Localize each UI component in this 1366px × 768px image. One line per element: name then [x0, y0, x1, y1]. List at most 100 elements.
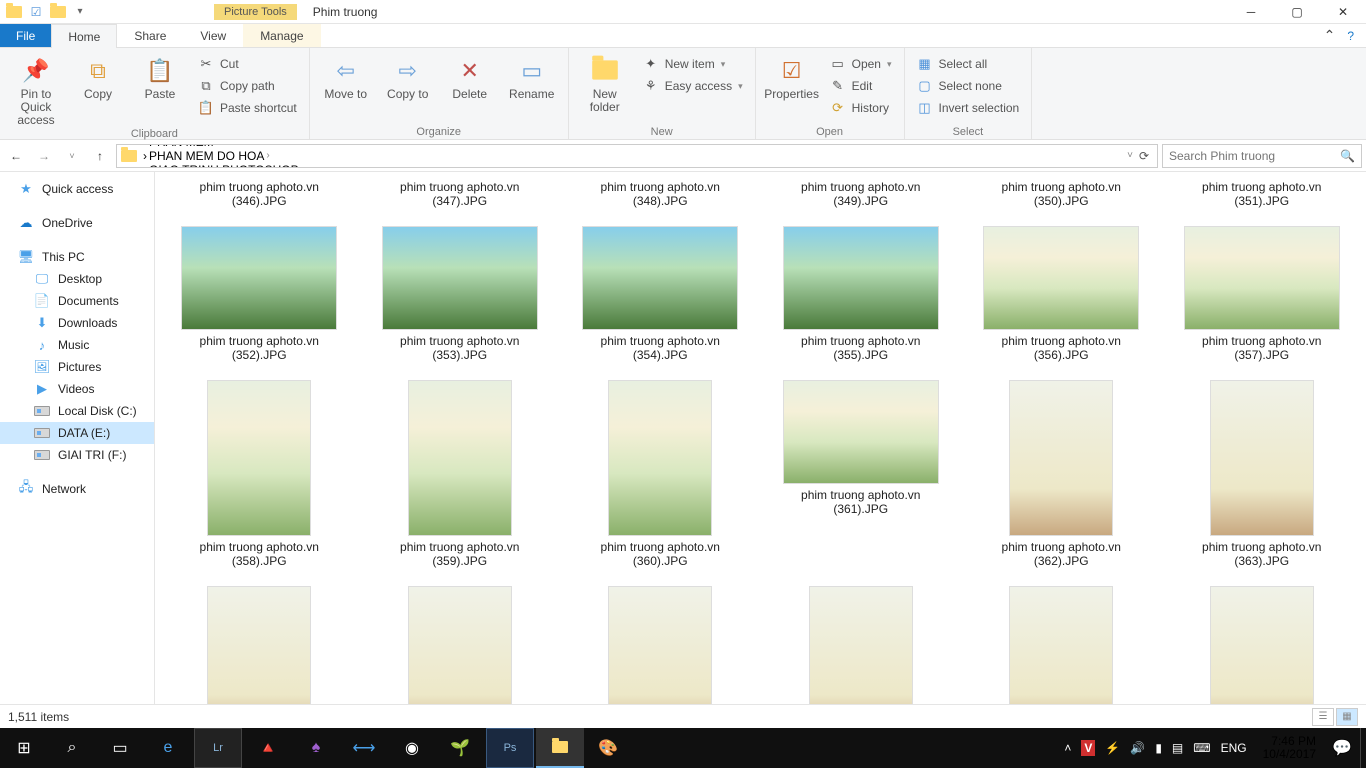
- battery-icon[interactable]: ▮: [1155, 741, 1162, 755]
- documents-item[interactable]: 📄Documents: [0, 290, 154, 312]
- photoshop-icon[interactable]: Ps: [486, 728, 534, 768]
- edge-icon[interactable]: e: [144, 728, 192, 768]
- thumbnails-view-button[interactable]: ▦: [1336, 708, 1358, 726]
- ribbon-collapse-icon[interactable]: ⌃: [1324, 27, 1336, 44]
- forward-button[interactable]: →: [32, 144, 56, 168]
- file-thumbnail[interactable]: phim truong aphoto.vn(351).JPG: [1168, 176, 1357, 208]
- address-dropdown-icon[interactable]: ˅: [1127, 150, 1133, 161]
- keyboard-icon[interactable]: ⌨: [1193, 741, 1210, 755]
- open-button[interactable]: ▭Open ▾: [826, 54, 896, 74]
- chevron-right-icon[interactable]: ›: [266, 150, 269, 161]
- file-thumbnail[interactable]: phim truong aphoto.vn(364).JPG: [165, 586, 354, 704]
- rename-button[interactable]: ▭Rename: [504, 50, 560, 101]
- file-thumbnail[interactable]: phim truong aphoto.vn(354).JPG: [566, 226, 755, 362]
- file-thumbnail[interactable]: phim truong aphoto.vn(358).JPG: [165, 380, 354, 568]
- file-thumbnail[interactable]: phim truong aphoto.vn(353).JPG: [366, 226, 555, 362]
- file-thumbnail[interactable]: phim truong aphoto.vn(369).JPG: [1168, 586, 1357, 704]
- invert-selection-button[interactable]: ◫Invert selection: [913, 98, 1024, 118]
- view-tab[interactable]: View: [183, 24, 243, 47]
- music-item[interactable]: ♪Music: [0, 334, 154, 356]
- pictures-item[interactable]: 🖼Pictures: [0, 356, 154, 378]
- move-to-button[interactable]: ⇦Move to: [318, 50, 374, 101]
- chevron-right-icon[interactable]: ›: [216, 144, 219, 148]
- tray-chevron-icon[interactable]: ˄: [1064, 741, 1071, 755]
- copy-path-button[interactable]: ⧉Copy path: [194, 76, 301, 96]
- downloads-item[interactable]: ⬇Downloads: [0, 312, 154, 334]
- search-input[interactable]: [1169, 149, 1340, 163]
- file-tab[interactable]: File: [0, 24, 51, 47]
- file-thumbnail[interactable]: phim truong aphoto.vn(366).JPG: [566, 586, 755, 704]
- file-thumbnail[interactable]: phim truong aphoto.vn(361).JPG: [767, 380, 956, 568]
- chevron-right-icon[interactable]: ›: [301, 164, 304, 168]
- show-desktop-button[interactable]: [1360, 728, 1366, 768]
- copy-button[interactable]: ⧉ Copy: [70, 50, 126, 101]
- file-thumbnail[interactable]: phim truong aphoto.vn(356).JPG: [967, 226, 1156, 362]
- action-center-icon[interactable]: ▤: [1172, 741, 1183, 755]
- file-thumbnail[interactable]: phim truong aphoto.vn(355).JPG: [767, 226, 956, 362]
- select-none-button[interactable]: ▢Select none: [913, 76, 1024, 96]
- copy-to-button[interactable]: ⇨Copy to: [380, 50, 436, 101]
- edit-button[interactable]: ✎Edit: [826, 76, 896, 96]
- history-button[interactable]: ⟳History: [826, 98, 896, 118]
- unikey-icon[interactable]: V: [1081, 740, 1095, 756]
- file-thumbnail[interactable]: phim truong aphoto.vn(365).JPG: [366, 586, 555, 704]
- manage-tab[interactable]: Manage: [243, 24, 320, 47]
- desktop-item[interactable]: 🖵Desktop: [0, 268, 154, 290]
- recent-locations-button[interactable]: ˅: [60, 144, 84, 168]
- file-thumbnail[interactable]: phim truong aphoto.vn(347).JPG: [366, 176, 555, 208]
- qat-dropdown-icon[interactable]: ▾: [72, 4, 88, 20]
- file-thumbnail[interactable]: phim truong aphoto.vn(349).JPG: [767, 176, 956, 208]
- explorer-icon[interactable]: [536, 728, 584, 768]
- wifi-icon[interactable]: ⚡: [1105, 741, 1120, 755]
- search-box[interactable]: 🔍: [1162, 144, 1362, 168]
- onedrive-item[interactable]: ☁OneDrive: [0, 212, 154, 234]
- new-folder-button[interactable]: New folder: [577, 50, 633, 114]
- maximize-button[interactable]: ▢: [1274, 0, 1320, 24]
- pin-to-quick-access-button[interactable]: 📌 Pin to Quick access: [8, 50, 64, 127]
- file-thumbnail[interactable]: phim truong aphoto.vn(348).JPG: [566, 176, 755, 208]
- file-thumbnail[interactable]: phim truong aphoto.vn(367).JPG: [767, 586, 956, 704]
- search-taskbar-button[interactable]: ⌕: [48, 728, 96, 768]
- file-thumbnail[interactable]: phim truong aphoto.vn(362).JPG: [967, 380, 1156, 568]
- clock[interactable]: 7:46 PM 10/4/2017: [1255, 735, 1324, 761]
- properties-button[interactable]: ☑Properties: [764, 50, 820, 101]
- app-icon[interactable]: 🔺: [244, 728, 292, 768]
- giai-tri-f-item[interactable]: GIAI TRI (F:): [0, 444, 154, 466]
- language-indicator[interactable]: ENG: [1221, 741, 1247, 755]
- file-thumbnail[interactable]: phim truong aphoto.vn(368).JPG: [967, 586, 1156, 704]
- teamviewer-icon[interactable]: ⟷: [340, 728, 388, 768]
- home-tab[interactable]: Home: [51, 24, 117, 48]
- paint-icon[interactable]: 🎨: [584, 728, 632, 768]
- file-thumbnail[interactable]: phim truong aphoto.vn(352).JPG: [165, 226, 354, 362]
- search-icon[interactable]: 🔍: [1340, 149, 1355, 163]
- delete-button[interactable]: ✕Delete: [442, 50, 498, 101]
- cut-button[interactable]: ✂Cut: [194, 54, 301, 74]
- details-view-button[interactable]: ☰: [1312, 708, 1334, 726]
- up-button[interactable]: ↑: [88, 144, 112, 168]
- breadcrumb-segment[interactable]: PHAN MEM DO HOA›: [149, 149, 304, 163]
- file-thumbnail[interactable]: phim truong aphoto.vn(360).JPG: [566, 380, 755, 568]
- paste-button[interactable]: 📋 Paste: [132, 50, 188, 101]
- file-thumbnail[interactable]: phim truong aphoto.vn(350).JPG: [967, 176, 1156, 208]
- share-tab[interactable]: Share: [117, 24, 183, 47]
- chevron-right-icon[interactable]: ›: [143, 149, 147, 163]
- breadcrumb-segment[interactable]: GIAO TRINH PHOTOSHOP›: [149, 163, 304, 168]
- this-pc-item[interactable]: 🖥This PC: [0, 246, 154, 268]
- select-all-button[interactable]: ▦Select all: [913, 54, 1024, 74]
- file-thumbnail[interactable]: phim truong aphoto.vn(346).JPG: [165, 176, 354, 208]
- minimize-button[interactable]: ─: [1228, 0, 1274, 24]
- network-item[interactable]: 🖧Network: [0, 478, 154, 500]
- videos-item[interactable]: ▶Videos: [0, 378, 154, 400]
- refresh-icon[interactable]: ⟳: [1135, 149, 1153, 163]
- volume-icon[interactable]: 🔊: [1130, 741, 1145, 755]
- quick-access-item[interactable]: ★Quick access: [0, 178, 154, 200]
- task-view-button[interactable]: ▭: [96, 728, 144, 768]
- file-thumbnail[interactable]: phim truong aphoto.vn(359).JPG: [366, 380, 555, 568]
- file-thumbnail[interactable]: phim truong aphoto.vn(363).JPG: [1168, 380, 1357, 568]
- back-button[interactable]: ←: [4, 144, 28, 168]
- paste-shortcut-button[interactable]: 📋Paste shortcut: [194, 98, 301, 118]
- properties-qat-icon[interactable]: ☑: [28, 4, 44, 20]
- data-e-item[interactable]: DATA (E:): [0, 422, 154, 444]
- lightroom-icon[interactable]: Lr: [194, 728, 242, 768]
- help-icon[interactable]: ?: [1347, 29, 1354, 43]
